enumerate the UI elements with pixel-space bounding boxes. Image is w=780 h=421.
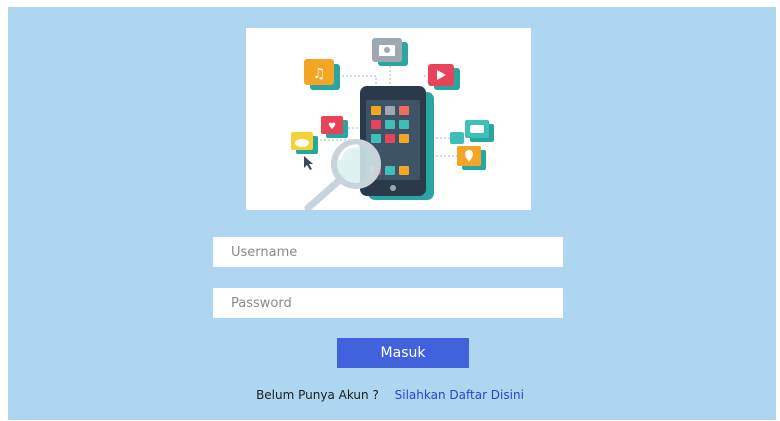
music-icon: ♫	[304, 59, 340, 90]
chat-icon	[450, 120, 494, 144]
video-icon	[428, 64, 460, 90]
register-prompt: Belum Punya Akun ? Silahkan Daftar Disin…	[0, 388, 780, 402]
app-illustration: ♫ ♥	[246, 28, 531, 210]
cloud-icon	[291, 132, 318, 154]
heart-icon: ♥	[321, 116, 348, 138]
password-input[interactable]	[213, 288, 563, 318]
login-button[interactable]: Masuk	[337, 338, 469, 368]
magnifier-icon	[304, 139, 381, 210]
svg-text:♫: ♫	[313, 66, 326, 82]
location-icon	[457, 146, 486, 170]
register-link[interactable]: Silahkan Daftar Disini	[395, 388, 524, 402]
username-input[interactable]	[213, 237, 563, 267]
cursor-icon	[304, 156, 313, 170]
register-question: Belum Punya Akun ?	[256, 388, 379, 402]
camera-icon	[372, 38, 408, 66]
svg-text:♥: ♥	[328, 122, 336, 132]
